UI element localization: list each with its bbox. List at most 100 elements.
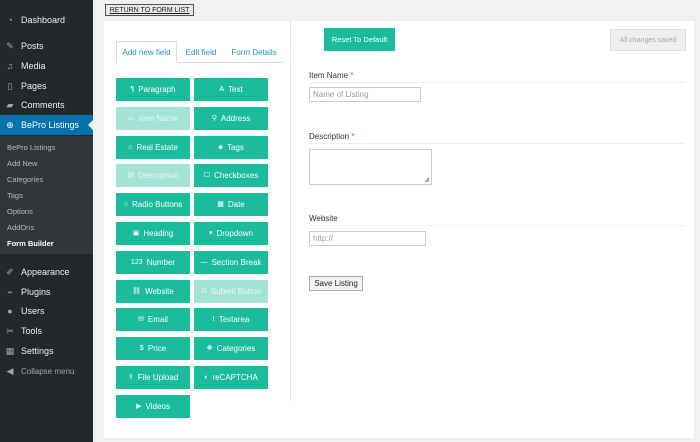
menu-item-comments[interactable]: ▰ Comments [0, 95, 93, 115]
add-videos-field-button[interactable]: ▶ Videos [116, 394, 190, 418]
submenu-item-options[interactable]: Options [7, 207, 33, 216]
media-icon: ♫ [6, 60, 14, 71]
form-builder-panel: Add new field Edit field Form Details ¶ P… [104, 21, 694, 438]
tab-form-details[interactable]: Form Details [225, 41, 283, 63]
field-button-label: Real Estate [136, 142, 178, 152]
field-button-label: Number [146, 257, 176, 267]
price-icon: $ [139, 345, 144, 353]
menu-item-label: Comments [21, 100, 65, 110]
add-real-estate-field-button[interactable]: ⌂ Real Estate [116, 135, 190, 159]
field-button-label: Price [147, 344, 167, 354]
field-button-label: Textarea [218, 315, 250, 325]
heading-icon: ▣ [132, 230, 140, 237]
add-section-break-field-button[interactable]: — Section Break [194, 250, 268, 274]
add-price-field-button[interactable]: $ Price [116, 337, 190, 361]
item-name-label-text: Item Name [309, 71, 349, 80]
add-description-field-button: ▤ Description [116, 164, 190, 188]
settings-icon: ▦ [5, 345, 15, 356]
menu-item-tools[interactable]: ✂ Tools [0, 321, 93, 341]
resize-grip-icon[interactable]: ◢ [424, 176, 429, 183]
menu-item-pages[interactable]: ▯ Pages [0, 76, 93, 96]
return-to-form-list-button[interactable]: RETURN TO FORM LIST [105, 4, 194, 16]
add-radio-buttons-field-button[interactable]: ○ Radio Buttons [116, 193, 190, 217]
submenu-item-tags[interactable]: Tags [7, 191, 23, 200]
menu-item-label: BePro Listings [21, 120, 80, 130]
menu-item-label: Settings [21, 346, 54, 356]
field-button-label: Item Name [138, 113, 178, 123]
submenu-item-bepro-listings[interactable]: BePro Listings [7, 143, 55, 152]
field-button-label: Radio Buttons [131, 200, 183, 210]
submenu-item-form-builder[interactable]: Form Builder [7, 239, 54, 248]
add-checkboxes-field-button[interactable]: ☐ Checkboxes [194, 164, 268, 188]
add-email-field-button[interactable]: ✉ Email [116, 308, 190, 332]
comment-icon: ▰ [6, 99, 14, 110]
pin-icon: ✎ [6, 40, 14, 51]
description-icon: ▤ [127, 172, 135, 180]
menu-item-label: Plugins [21, 287, 51, 297]
menu-item-appearance[interactable]: ✐ Appearance [0, 262, 93, 282]
menu-item-plugins[interactable]: ⌁ Plugins [0, 282, 93, 302]
field-button-label: Heading [143, 229, 174, 238]
recaptcha-icon: ◐ [204, 374, 209, 381]
add-date-field-button[interactable]: ▦ Date [194, 193, 268, 217]
add-textarea-field-button[interactable]: Ⅰ Textarea [194, 308, 268, 332]
checkboxes-icon: ☐ [203, 172, 211, 180]
file-upload-icon: ⇪ [127, 374, 134, 381]
description-textarea[interactable]: ◢ [309, 149, 432, 185]
add-text-field-button[interactable]: A Text [194, 78, 268, 101]
menu-item-dashboard[interactable]: ◔ Dashboard [0, 10, 93, 30]
required-mark: * [351, 132, 355, 141]
address-icon: ⚲ [211, 114, 217, 122]
add-recaptcha-field-button[interactable]: ◐ reCAPTCHA [194, 366, 268, 389]
submenu-item-add-new[interactable]: Add New [7, 159, 37, 168]
add-file-upload-field-button[interactable]: ⇪ File Upload [116, 366, 190, 389]
submenu-item-addons[interactable]: AddOns [7, 223, 34, 232]
item-name-input[interactable]: Name of Listing [309, 87, 421, 102]
menu-item-bepro-listings[interactable]: ⊕ BePro Listings [0, 115, 93, 135]
description-label: Description * [309, 132, 354, 141]
save-listing-button[interactable]: Save Listing [309, 276, 363, 291]
field-palette: Add new field Edit field Form Details ¶ P… [104, 21, 291, 418]
field-button-label: File Upload [137, 373, 179, 382]
field-button-label: Description [138, 171, 179, 181]
date-icon: ▦ [217, 201, 224, 209]
website-icon: ⛓ [132, 287, 142, 295]
paragraph-icon: ¶ [130, 86, 135, 93]
field-button-label: Date [227, 200, 245, 210]
collapse-arrow-icon: ◀ [6, 365, 14, 376]
website-input[interactable]: http:// [309, 231, 426, 246]
add-address-field-button[interactable]: ⚲ Address [194, 106, 268, 130]
plug-icon: ⌁ [7, 286, 13, 297]
tab-add-new-field[interactable]: Add new field [116, 41, 177, 63]
add-paragraph-field-button[interactable]: ¶ Paragraph [116, 78, 190, 101]
add-website-field-button[interactable]: ⛓ Website [116, 279, 190, 303]
field-button-label: Address [220, 113, 251, 123]
menu-item-posts[interactable]: ✎ Posts [0, 36, 93, 56]
required-mark: * [350, 71, 354, 80]
field-button-label: Dropdown [216, 229, 253, 238]
field-button-label: Section Break [211, 257, 262, 267]
field-button-label: Email [147, 315, 168, 325]
add-categories-field-button[interactable]: ✥ Categories [194, 337, 268, 361]
add-dropdown-field-button[interactable]: ▾ Dropdown [194, 222, 268, 245]
menu-item-settings[interactable]: ▦ Settings [0, 341, 93, 361]
field-button-label: Submit Button [210, 286, 262, 296]
field-button-label: reCAPTCHA [212, 373, 258, 382]
field-button-label: Categories [216, 344, 256, 354]
add-tags-field-button[interactable]: ⬥ Tags [194, 135, 268, 159]
menu-item-media[interactable]: ♫ Media [0, 56, 93, 76]
menu-item-label: Dashboard [21, 15, 66, 25]
description-label-text: Description [309, 132, 350, 141]
tab-edit-field[interactable]: Edit field [179, 41, 223, 63]
submenu-item-categories[interactable]: Categories [7, 175, 43, 184]
add-submit-button-field-button: ⊡ Submit Button [194, 279, 268, 303]
add-heading-field-button[interactable]: ▣ Heading [116, 222, 190, 245]
menu-item-users[interactable]: ● Users [0, 301, 93, 321]
email-icon: ✉ [138, 316, 144, 324]
reset-to-default-button[interactable]: Reset To Default [324, 28, 395, 51]
collapse-menu[interactable]: ◀ Collapse menu [0, 361, 93, 381]
field-button-label: Text [228, 85, 243, 94]
menu-item-label: Media [21, 61, 46, 71]
field-button-label: Paragraph [138, 85, 176, 94]
add-number-field-button[interactable]: 123 Number [116, 250, 190, 274]
